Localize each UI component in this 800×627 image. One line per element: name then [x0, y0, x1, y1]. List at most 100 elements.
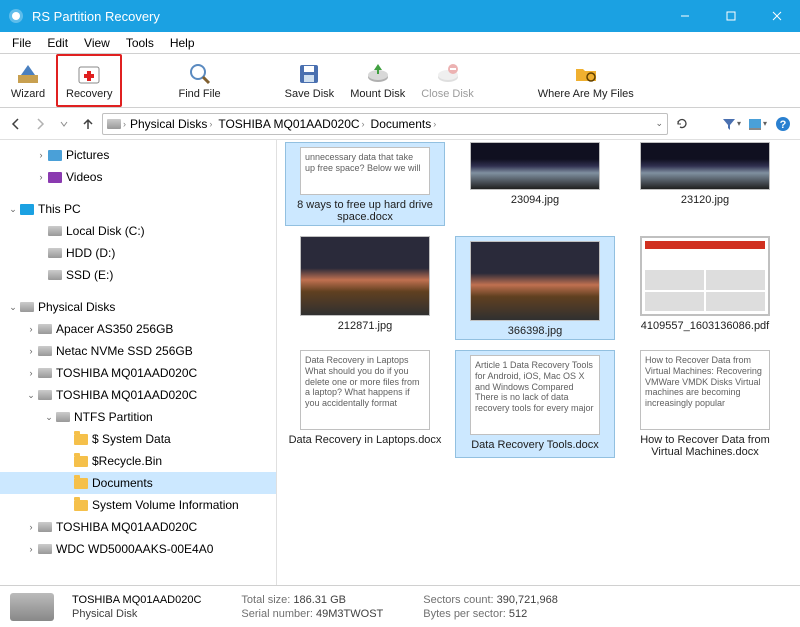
menu-edit[interactable]: Edit	[39, 36, 76, 50]
app-icon	[8, 8, 24, 24]
tree-netac[interactable]: ›Netac NVMe SSD 256GB	[0, 340, 276, 362]
search-icon	[187, 61, 213, 87]
file-item[interactable]: 23094.jpg	[455, 142, 615, 226]
doc-preview: Data Recovery in Laptops What should you…	[300, 350, 430, 430]
videos-icon	[48, 172, 62, 183]
tree-ssd-e[interactable]: SSD (E:)	[0, 264, 276, 286]
tree-toshiba-2[interactable]: ⌄TOSHIBA MQ01AAD020C	[0, 384, 276, 406]
disk-icon	[38, 390, 52, 400]
disk-icon	[20, 302, 34, 312]
svg-text:?: ?	[780, 119, 787, 131]
tree-local-disk-c[interactable]: Local Disk (C:)	[0, 220, 276, 242]
forward-button[interactable]	[30, 113, 50, 135]
history-dropdown[interactable]	[54, 113, 74, 135]
mount-disk-icon	[365, 61, 391, 87]
up-button[interactable]	[78, 113, 98, 135]
findfile-button[interactable]: Find File	[170, 54, 228, 107]
disk-icon	[48, 226, 62, 236]
tree-system-data[interactable]: $ System Data	[0, 428, 276, 450]
disk-icon	[38, 544, 52, 554]
save-disk-icon	[296, 61, 322, 87]
tree-videos[interactable]: ›Videos	[0, 166, 276, 188]
view-button[interactable]: ▾	[746, 113, 768, 135]
doc-preview: Article 1 Data Recovery Tools for Androi…	[470, 355, 600, 435]
tree-hdd-d[interactable]: HDD (D:)	[0, 242, 276, 264]
address-bar: › Physical Disks› TOSHIBA MQ01AAD020C› D…	[0, 108, 800, 140]
close-disk-icon	[435, 61, 461, 87]
crumb-documents: Documents›	[369, 117, 439, 131]
tree-sys-vol-info[interactable]: System Volume Information	[0, 494, 276, 516]
image-thumbnail	[470, 142, 600, 190]
file-item[interactable]: 212871.jpg	[285, 236, 445, 340]
menu-file[interactable]: File	[4, 36, 39, 50]
tree-ntfs-partition[interactable]: ⌄NTFS Partition	[0, 406, 276, 428]
file-item[interactable]: Article 1 Data Recovery Tools for Androi…	[455, 350, 615, 458]
wherearefiles-button[interactable]: Where Are My Files	[530, 54, 642, 107]
tree-apacer[interactable]: ›Apacer AS350 256GB	[0, 318, 276, 340]
close-button[interactable]	[754, 0, 800, 32]
wizard-icon	[15, 61, 41, 87]
image-thumbnail	[640, 142, 770, 190]
drive-icon	[107, 119, 121, 129]
wizard-button[interactable]: Wizard	[0, 54, 56, 107]
minimize-button[interactable]	[662, 0, 708, 32]
tree-physical-disks[interactable]: ⌄Physical Disks	[0, 296, 276, 318]
disk-icon	[38, 368, 52, 378]
folder-search-icon	[573, 61, 599, 87]
recovery-icon	[76, 61, 102, 87]
tree-toshiba-1[interactable]: ›TOSHIBA MQ01AAD020C	[0, 362, 276, 384]
file-item[interactable]: How to Recover Data from Virtual Machine…	[625, 350, 785, 458]
menu-tools[interactable]: Tools	[118, 36, 162, 50]
tree-thispc[interactable]: ⌄This PC	[0, 198, 276, 220]
closedisk-button[interactable]: Close Disk	[413, 54, 482, 107]
status-bar: TOSHIBA MQ01AAD020C Physical Disk Total …	[0, 585, 800, 627]
folder-icon	[74, 456, 88, 467]
status-bps: 512	[509, 608, 527, 620]
doc-preview: unnecessary data that take up free space…	[300, 147, 430, 195]
status-serial: 49M3TWOST	[316, 608, 383, 620]
crumb-toshiba: TOSHIBA MQ01AAD020C›	[216, 117, 366, 131]
monitor-icon	[20, 204, 34, 215]
menu-view[interactable]: View	[76, 36, 118, 50]
disk-icon	[38, 324, 52, 334]
tree-pictures[interactable]: ›Pictures	[0, 144, 276, 166]
breadcrumb-dropdown[interactable]: ⌄	[655, 118, 663, 129]
disk-icon	[48, 270, 62, 280]
recovery-button[interactable]: Recovery	[56, 54, 122, 107]
file-item[interactable]: Data Recovery in Laptops What should you…	[285, 350, 445, 458]
refresh-button[interactable]	[672, 113, 692, 135]
breadcrumb-bar[interactable]: › Physical Disks› TOSHIBA MQ01AAD020C› D…	[102, 113, 668, 135]
disk-icon	[38, 346, 52, 356]
titlebar: RS Partition Recovery	[0, 0, 800, 32]
file-item[interactable]: unnecessary data that take up free space…	[285, 142, 445, 226]
savedisk-button[interactable]: Save Disk	[277, 54, 343, 107]
back-button[interactable]	[6, 113, 26, 135]
status-total-size: 186.31 GB	[293, 594, 346, 606]
file-item[interactable]: 23120.jpg	[625, 142, 785, 226]
file-grid: unnecessary data that take up free space…	[277, 140, 800, 585]
pictures-icon	[48, 150, 62, 161]
menubar: File Edit View Tools Help	[0, 32, 800, 54]
disk-icon	[56, 412, 70, 422]
tree-wdc[interactable]: ›WDC WD5000AAKS-00E4A0	[0, 538, 276, 560]
image-thumbnail	[300, 236, 430, 316]
crumb-physical-disks: Physical Disks›	[128, 117, 214, 131]
mountdisk-button[interactable]: Mount Disk	[342, 54, 413, 107]
disk-icon	[38, 522, 52, 532]
help-button[interactable]: ?	[772, 113, 794, 135]
app-title: RS Partition Recovery	[32, 9, 662, 24]
menu-help[interactable]: Help	[162, 36, 203, 50]
file-item[interactable]: 4109557_1603136086.pdf	[625, 236, 785, 340]
status-disk-name: TOSHIBA MQ01AAD020C	[72, 594, 201, 606]
pdf-thumbnail	[640, 236, 770, 316]
toolbar: Wizard Recovery Find File Save Disk Moun…	[0, 54, 800, 108]
maximize-button[interactable]	[708, 0, 754, 32]
tree-recycle-bin[interactable]: $Recycle.Bin	[0, 450, 276, 472]
file-item[interactable]: 366398.jpg	[455, 236, 615, 340]
tree-documents[interactable]: Documents	[0, 472, 276, 494]
filter-button[interactable]: ▾	[720, 113, 742, 135]
tree-toshiba-3[interactable]: ›TOSHIBA MQ01AAD020C	[0, 516, 276, 538]
status-disk-type: Physical Disk	[72, 608, 201, 620]
image-thumbnail	[470, 241, 600, 321]
status-sectors: 390,721,968	[497, 594, 558, 606]
